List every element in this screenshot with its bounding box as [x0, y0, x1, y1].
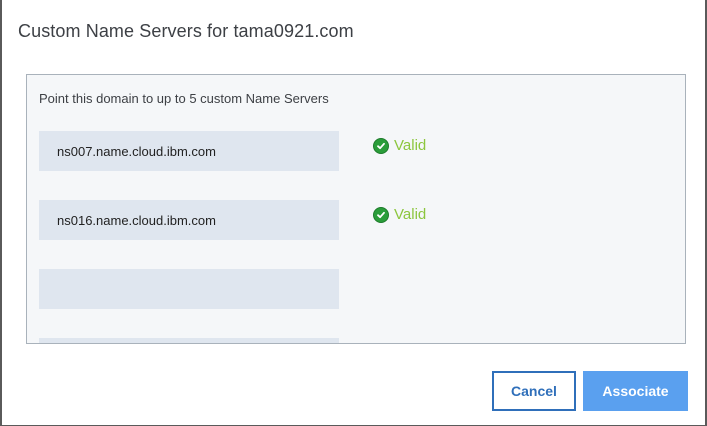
name-server-2-status: Valid: [373, 206, 426, 223]
check-circle-icon: [373, 137, 389, 154]
instruction-text: Point this domain to up to 5 custom Name…: [39, 91, 329, 106]
name-servers-panel[interactable]: Point this domain to up to 5 custom Name…: [26, 74, 686, 344]
check-circle-icon: [373, 206, 389, 223]
status-text: Valid: [394, 137, 427, 154]
associate-button[interactable]: Associate: [583, 371, 688, 411]
name-server-input-2[interactable]: [39, 200, 339, 240]
custom-name-servers-dialog: Custom Name Servers for tama0921.com Poi…: [0, 0, 707, 426]
name-server-1-status: Valid: [373, 137, 426, 154]
name-server-input-4[interactable]: [39, 338, 339, 343]
name-server-input-3[interactable]: [39, 269, 339, 309]
dialog-title: Custom Name Servers for tama0921.com: [18, 21, 354, 41]
cancel-button[interactable]: Cancel: [492, 371, 576, 411]
name-server-input-1[interactable]: [39, 131, 339, 171]
status-text: Valid: [394, 206, 427, 223]
